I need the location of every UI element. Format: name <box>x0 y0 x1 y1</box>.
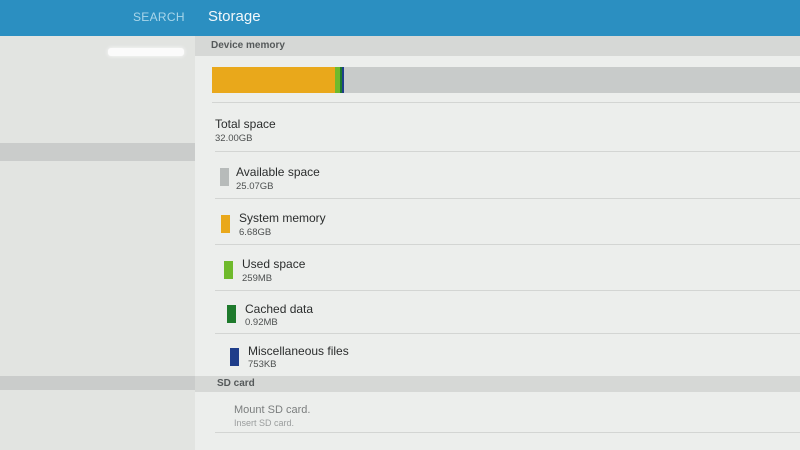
legend-swatch-system-memory <box>221 215 230 233</box>
legend-swatch-miscellaneous-files <box>230 348 239 366</box>
storage-panel: Device memory Total space 32.00GB Availa… <box>195 36 800 450</box>
storage-item-system-memory[interactable]: System memory 6.68GB <box>215 199 800 245</box>
storage-item-value: 259MB <box>242 273 273 284</box>
legend-swatch-cached-data <box>227 305 236 323</box>
total-space-label: Total space <box>215 117 276 131</box>
storage-item-label: Miscellaneous files <box>248 344 349 358</box>
storage-item-label: Used space <box>242 257 306 271</box>
storage-item-value: 0.92MB <box>245 317 278 328</box>
page-title: Storage <box>208 8 261 25</box>
storage-item-available-space[interactable]: Available space 25.07GB <box>215 152 800 199</box>
storage-item-value: 753KB <box>248 359 277 370</box>
divider <box>215 432 800 433</box>
storage-item-miscellaneous-files[interactable]: Miscellaneous files 753KB <box>215 334 800 376</box>
sidebar-section-band <box>0 376 195 390</box>
legend-swatch-available-space <box>220 168 229 186</box>
app-bar: SEARCH Storage <box>0 0 800 36</box>
mount-sd-card-hint: Insert SD card. <box>234 418 295 428</box>
mount-sd-card-button[interactable]: Mount SD card. <box>234 404 310 416</box>
legend-swatch-used-space <box>224 261 233 279</box>
storage-item-cached-data[interactable]: Cached data 0.92MB <box>215 291 800 334</box>
storage-usage-bar <box>212 67 800 93</box>
storage-item-label: System memory <box>239 211 326 225</box>
sidebar-section-band <box>0 143 195 161</box>
storage-item-used-space[interactable]: Used space 259MB <box>215 245 800 291</box>
total-space-value: 32.00GB <box>215 133 253 144</box>
storage-item-value: 25.07GB <box>236 181 274 192</box>
storage-item-label: Cached data <box>245 302 314 316</box>
search-button[interactable]: SEARCH <box>133 10 185 24</box>
settings-sidebar <box>0 36 195 450</box>
bar-segment-available-space <box>344 67 800 93</box>
storage-item-value: 6.68GB <box>239 227 272 238</box>
sd-card-header: SD card <box>195 376 800 392</box>
sidebar-selected-indicator <box>108 48 184 56</box>
storage-item-label: Available space <box>236 165 320 179</box>
bar-segment-system-memory <box>212 67 335 93</box>
device-memory-header: Device memory <box>195 36 800 56</box>
total-space-row: Total space 32.00GB <box>215 103 800 152</box>
